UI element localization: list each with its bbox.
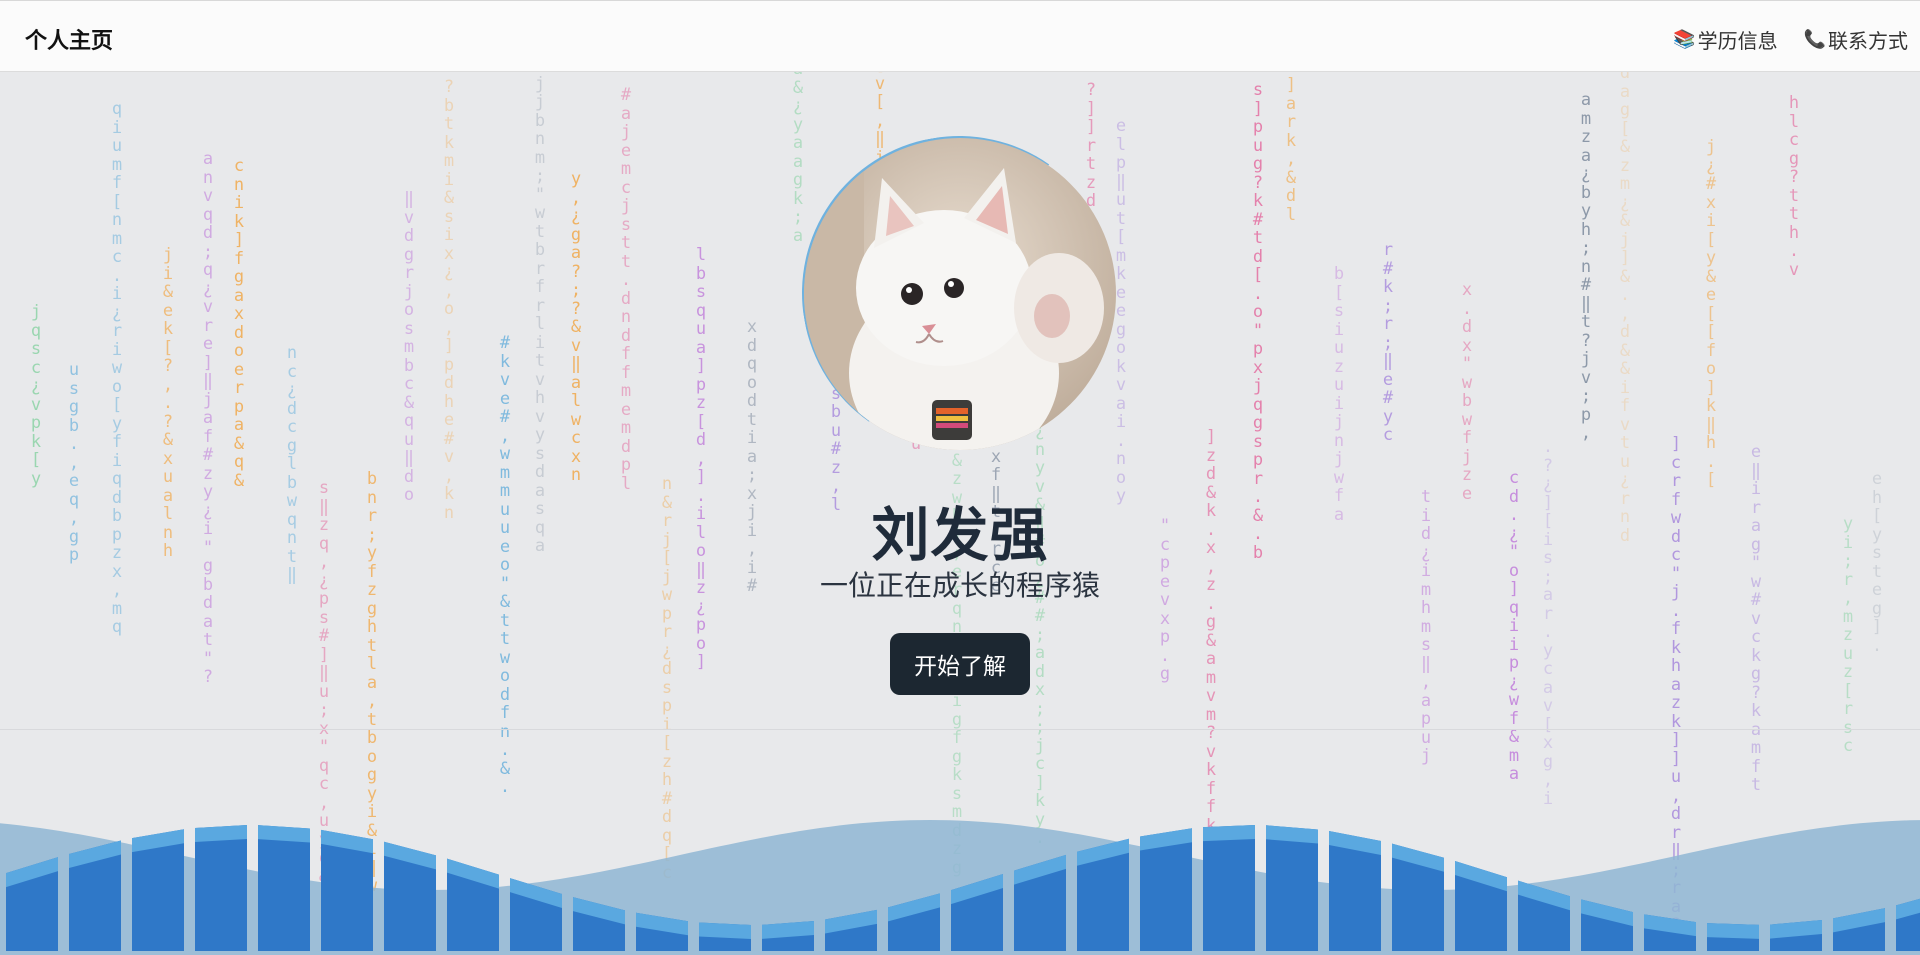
matrix-column: j ¿ # x i [ y & e [ [ f o ] k ‖ h . [ bbox=[1705, 137, 1717, 490]
matrix-column: c n i k ] f g a x d o e r p a & q & bbox=[233, 156, 245, 491]
matrix-column: a m z a ¿ b y h ; n # ‖ t ? j v ; p , bbox=[1580, 90, 1592, 443]
nav-link-education-label: 学历信息 bbox=[1697, 29, 1778, 53]
matrix-column: j q s c ¿ v p k [ y bbox=[30, 302, 42, 489]
matrix-column: r # k ; r ; ‖ e # y c bbox=[1382, 240, 1394, 445]
nav-links: 📚 学历信息 📞 联系方式 bbox=[1673, 25, 1908, 54]
kitten-avatar-image bbox=[804, 138, 1116, 450]
matrix-column: h l c g ? t t h . v bbox=[1788, 93, 1800, 280]
wave-bar bbox=[321, 829, 373, 951]
wave-bar bbox=[132, 829, 184, 951]
matrix-column: j & d a g [ & z m ¿ & j ] & . , d & & i … bbox=[1619, 72, 1631, 546]
top-navbar: 个人主页 📚 学历信息 📞 联系方式 bbox=[0, 0, 1920, 72]
wave-bar bbox=[1455, 861, 1507, 951]
wave-bar bbox=[1140, 828, 1192, 951]
avatar bbox=[804, 138, 1116, 450]
wave-bar bbox=[69, 840, 121, 951]
matrix-column: x . d x " w b w f j z e bbox=[1461, 280, 1473, 504]
wave-bar bbox=[6, 857, 58, 951]
wave-bar bbox=[699, 922, 751, 951]
wave-bar bbox=[384, 841, 436, 951]
matrix-column: ¿ n y v & ‖ # o ¿ # # ; a d x ; ; j c ] … bbox=[1034, 421, 1046, 847]
matrix-column: y , ¿ g a ? ; ? & v ‖ a l w c x n bbox=[570, 169, 582, 485]
matrix-column: # a j e m c j s t t . d n d f f m e m d … bbox=[620, 85, 632, 494]
wave-bar bbox=[762, 921, 814, 951]
wave-bar bbox=[258, 825, 310, 951]
wave-bar bbox=[1392, 843, 1444, 951]
matrix-column: b [ s i u z u i j n j w f a bbox=[1333, 264, 1345, 525]
matrix-column: l b s q u a ] p z [ d , ] . i l o ‖ z ¿ … bbox=[695, 245, 707, 672]
wave-bar bbox=[1266, 825, 1318, 951]
wave-bar bbox=[1770, 919, 1822, 951]
wave-bar bbox=[1329, 831, 1381, 951]
brand-title[interactable]: 个人主页 bbox=[25, 23, 113, 55]
wave-bar bbox=[1203, 825, 1255, 951]
hero-subtitle: 一位正在成长的程序猿 bbox=[819, 569, 1100, 602]
nav-link-contact-label: 联系方式 bbox=[1828, 29, 1908, 53]
wave-bar bbox=[447, 858, 499, 951]
matrix-column: ‖ v d g r j o s m b c & q u ‖ d o bbox=[403, 189, 415, 505]
wave-bar-visualizer bbox=[0, 820, 1920, 955]
wave-bar bbox=[195, 825, 247, 951]
matrix-column: a & ¿ y a a g k ; a bbox=[792, 72, 804, 246]
section-divider bbox=[0, 729, 1920, 730]
wave-bar bbox=[1707, 923, 1759, 951]
matrix-column: a n v q d ; q ¿ v r e ] ‖ j a f # z y ¿ … bbox=[202, 149, 214, 687]
nav-link-education[interactable]: 📚 学历信息 bbox=[1673, 25, 1777, 54]
matrix-column: ? b t k m i & s i x ¿ , o , ] p d h e # … bbox=[443, 77, 455, 523]
hero-name: 刘发强 bbox=[871, 501, 1049, 569]
phone-icon: 📞 bbox=[1803, 29, 1826, 50]
book-stack-icon: 📚 bbox=[1673, 29, 1696, 50]
matrix-column: ] a r k , & d l bbox=[1285, 75, 1297, 225]
nav-link-contact[interactable]: 📞 联系方式 bbox=[1804, 25, 1908, 54]
learn-more-button[interactable]: 开始了解 bbox=[890, 633, 1030, 695]
matrix-column: m j j b n m ; " w t b r f r l i t v h v … bbox=[534, 72, 546, 556]
wave-bar bbox=[1077, 838, 1129, 951]
wave-bar bbox=[1014, 854, 1066, 951]
